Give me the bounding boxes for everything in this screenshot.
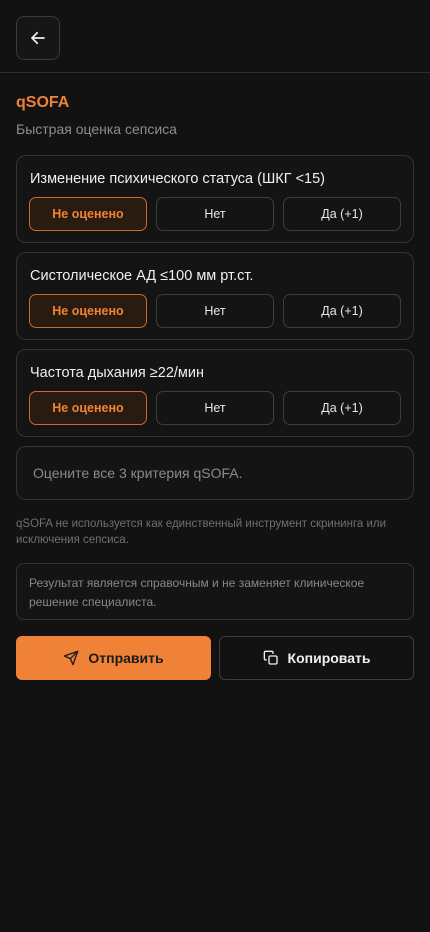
criterion-card-mental-status: Изменение психического статуса (ШКГ <15)… — [16, 155, 414, 243]
copy-icon — [263, 650, 279, 666]
usage-note: qSOFA не используется как единственный и… — [16, 518, 387, 546]
criterion-label: Систолическое АД ≤100 мм рт.ст. — [30, 268, 254, 284]
criteria-list: Изменение психического статуса (ШКГ <15)… — [16, 155, 414, 437]
criterion-options: Не оценено Нет Да (+1) — [29, 197, 401, 231]
copy-label: Копировать — [287, 650, 371, 666]
criterion-label: Частота дыхания ≥22/мин — [30, 365, 204, 381]
action-buttons: Отправить Копировать — [16, 636, 414, 680]
option-not-assessed[interactable]: Не оценено — [29, 197, 147, 231]
back-button[interactable] — [16, 16, 60, 60]
option-no[interactable]: Нет — [156, 197, 274, 231]
send-button[interactable]: Отправить — [16, 636, 211, 680]
arrow-left-icon — [29, 29, 47, 47]
option-not-assessed[interactable]: Не оценено — [29, 294, 147, 328]
disclaimer-box: Результат является справочным и не замен… — [16, 563, 414, 620]
disclaimer-text: Результат является справочным и не замен… — [29, 576, 365, 609]
option-yes[interactable]: Да (+1) — [283, 294, 401, 328]
page-title: qSOFA — [16, 94, 70, 111]
send-label: Отправить — [88, 650, 164, 666]
criterion-card-systolic-bp: Систолическое АД ≤100 мм рт.ст. Не оцене… — [16, 252, 414, 340]
option-yes[interactable]: Да (+1) — [283, 391, 401, 425]
criterion-label: Изменение психического статуса (ШКГ <15) — [30, 171, 326, 187]
result-box: Оцените все 3 критерия qSOFA. — [16, 446, 414, 500]
option-not-assessed[interactable]: Не оценено — [29, 391, 147, 425]
result-text: Оцените все 3 критерия qSOFA. — [33, 465, 243, 481]
qsofa-screen: qSOFA Быстрая оценка сепсиса Изменение п… — [0, 0, 430, 932]
main-content: qSOFA Быстрая оценка сепсиса Изменение п… — [0, 94, 430, 680]
criterion-card-respiratory-rate: Частота дыхания ≥22/мин Не оценено Нет Д… — [16, 349, 414, 437]
copy-button[interactable]: Копировать — [219, 636, 414, 680]
option-yes[interactable]: Да (+1) — [283, 197, 401, 231]
page-subtitle: Быстрая оценка сепсиса — [16, 121, 177, 137]
criterion-options: Не оценено Нет Да (+1) — [29, 391, 401, 425]
option-no[interactable]: Нет — [156, 391, 274, 425]
criterion-options: Не оценено Нет Да (+1) — [29, 294, 401, 328]
top-bar — [0, 0, 430, 73]
send-icon — [63, 650, 79, 666]
option-no[interactable]: Нет — [156, 294, 274, 328]
